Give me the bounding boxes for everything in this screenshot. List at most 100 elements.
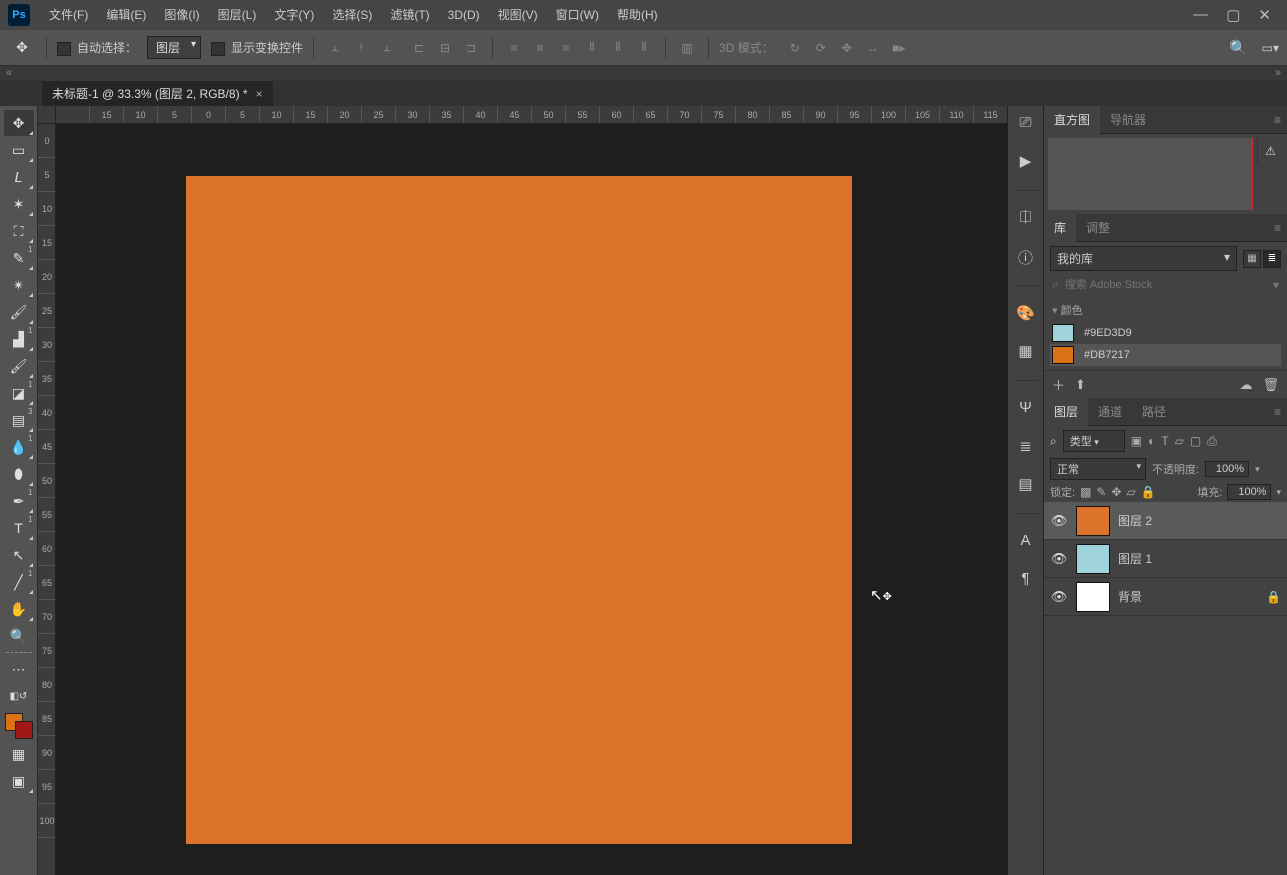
orbit-icon[interactable]: ↻ [784,37,806,59]
filter-toggle-icon[interactable]: ⎙ [1207,434,1217,449]
tab-channel[interactable]: 通道 [1088,398,1132,426]
filter-adjust-icon[interactable]: ◐ [1148,434,1155,449]
pen-tool[interactable]: ✒1 [4,488,34,514]
default-colors-icon[interactable]: ◧↺ [4,683,34,709]
filter-smart-icon[interactable]: ▢ [1190,434,1201,449]
layer-visibility-icon[interactable]: 👁 [1050,513,1068,529]
distribute-right-icon[interactable]: ⦀ [633,37,655,59]
distribute-bottom-icon[interactable]: ≡ [555,37,577,59]
search-icon[interactable]: 🔍 [1229,39,1248,57]
upload-icon[interactable]: ⬆ [1075,377,1086,393]
properties-icon[interactable]: ⎚ [1016,114,1036,134]
tab-histogram[interactable]: 直方图 [1044,106,1100,134]
screen-mode-icon[interactable]: ▣ [4,768,34,794]
grid-view-button[interactable]: ▦ [1243,250,1261,268]
character-icon[interactable]: ⎅ [1016,209,1036,229]
layer-name[interactable]: 图层 2 [1118,512,1281,529]
info-icon[interactable]: ⓘ [1016,247,1036,267]
grid-icon[interactable]: ▦ [1016,342,1036,362]
menu-item[interactable]: 帮助(H) [608,0,667,30]
paragraph-icon[interactable]: ¶ [1016,570,1036,590]
color-section-header[interactable]: 颜色 [1050,298,1281,322]
align-top-icon[interactable]: ⫠ [324,37,346,59]
minimize-button[interactable]: — [1193,6,1208,24]
panel-menu-icon[interactable]: ≡ [1274,405,1287,419]
brush-tool[interactable]: 🖌 [4,299,34,325]
tab-adjust[interactable]: 调整 [1076,214,1120,242]
zoom-tool[interactable]: 🔍 [4,623,34,649]
zoom3d-icon[interactable]: ■▸ [888,37,910,59]
panel-menu-icon[interactable]: ≡ [1274,113,1287,127]
distribute-vcenter-icon[interactable]: ≡ [529,37,551,59]
filter-search-icon[interactable]: ⌕ [1050,434,1057,449]
layer-name[interactable]: 背景 [1118,588,1258,605]
align-left-icon[interactable]: ⊏ [408,37,430,59]
opacity-field[interactable]: 100% [1205,461,1249,477]
workspace-switcher-icon[interactable]: ▭▾ [1262,41,1279,55]
menu-item[interactable]: 滤镜(T) [381,0,438,30]
blur-tool[interactable]: 💧1 [4,434,34,460]
stock-search-input[interactable] [1065,279,1267,291]
layer-visibility-icon[interactable]: 👁 [1050,551,1068,567]
align-hcenter-icon[interactable]: ⊟ [434,37,456,59]
histogram-warning-icon[interactable]: ⚠ [1257,138,1283,164]
filter-shape-icon[interactable]: ▱ [1175,434,1184,449]
lock-brush-icon[interactable]: ✎ [1096,485,1106,499]
menu-item[interactable]: 选择(S) [323,0,381,30]
dodge-tool[interactable]: ⬮ [4,461,34,487]
show-transform-checkbox[interactable]: 显示变换控件 [211,39,303,56]
panel-menu-icon[interactable]: ≡ [1274,221,1287,235]
lasso-tool[interactable]: 𝘓 [4,164,34,190]
line-tool[interactable]: ╱1 [4,569,34,595]
distribute-left-icon[interactable]: ⦀ [581,37,603,59]
layer-thumbnail[interactable] [1076,544,1110,574]
layer-comps-icon[interactable]: ▤ [1016,475,1036,495]
distribute-top-icon[interactable]: ≡ [503,37,525,59]
align-right-icon[interactable]: ⊐ [460,37,482,59]
healing-tool[interactable]: ✴ [4,272,34,298]
blend-mode-select[interactable]: 正常 [1050,458,1146,480]
color-swatches[interactable] [4,712,34,740]
background-swatch[interactable] [15,721,33,739]
maximize-button[interactable]: ▢ [1226,6,1240,24]
glyph-A-icon[interactable]: A [1016,532,1036,552]
close-button[interactable]: ✕ [1258,6,1271,24]
canvas[interactable] [186,176,852,844]
close-tab-icon[interactable]: × [256,87,263,101]
lock-all-icon[interactable]: 🔒 [1141,485,1156,499]
pan-icon[interactable]: ✥ [836,37,858,59]
roll-icon[interactable]: ⟳ [810,37,832,59]
move-tool[interactable]: ✥ [4,110,34,136]
trash-icon[interactable]: 🗑 [1262,377,1279,393]
cloud-sync-icon[interactable]: ☁ [1239,377,1252,393]
align-vcenter-icon[interactable]: ⟊ [350,37,372,59]
distribute-hcenter-icon[interactable]: ⦀ [607,37,629,59]
menu-item[interactable]: 图像(I) [155,0,208,30]
brush-settings-icon[interactable]: Ψ [1016,399,1036,419]
filter-type-icon[interactable]: T [1161,434,1168,449]
layer-filter-select[interactable]: 类型 [1063,430,1125,452]
eraser-tool[interactable]: ◪1 [4,380,34,406]
add-icon[interactable]: ＋ [1052,375,1065,394]
tab-path[interactable]: 路径 [1132,398,1176,426]
document-tab[interactable]: 未标题-1 @ 33.3% (图层 2, RGB/8) * × [42,80,273,106]
path-select-tool[interactable]: ↖ [4,542,34,568]
layer-row[interactable]: 👁 图层 2 [1044,502,1287,540]
tab-layers[interactable]: 图层 [1044,398,1088,426]
type-tool[interactable]: T1 [4,515,34,541]
hand-tool[interactable]: ✋ [4,596,34,622]
auto-align-icon[interactable]: ▥ [676,37,698,59]
clone-stamp-tool[interactable]: ▟1 [4,326,34,352]
tab-library[interactable]: 库 [1044,214,1076,242]
layer-thumbnail[interactable] [1076,506,1110,536]
swatches-icon[interactable]: 🎨 [1016,304,1036,324]
canvas-area[interactable]: 1510505101520253035404550556065707580859… [38,106,1007,875]
auto-select-checkbox[interactable]: 自动选择： [57,39,137,56]
library-select[interactable]: 我的库▾ [1050,246,1237,271]
menu-item[interactable]: 3D(D) [439,0,489,30]
menu-item[interactable]: 编辑(E) [97,0,155,30]
library-color-item[interactable]: #DB7217 [1050,344,1281,366]
menu-item[interactable]: 文字(Y) [265,0,323,30]
brushes-icon[interactable]: ≣ [1016,437,1036,457]
slide-icon[interactable]: ↔ [862,37,884,59]
